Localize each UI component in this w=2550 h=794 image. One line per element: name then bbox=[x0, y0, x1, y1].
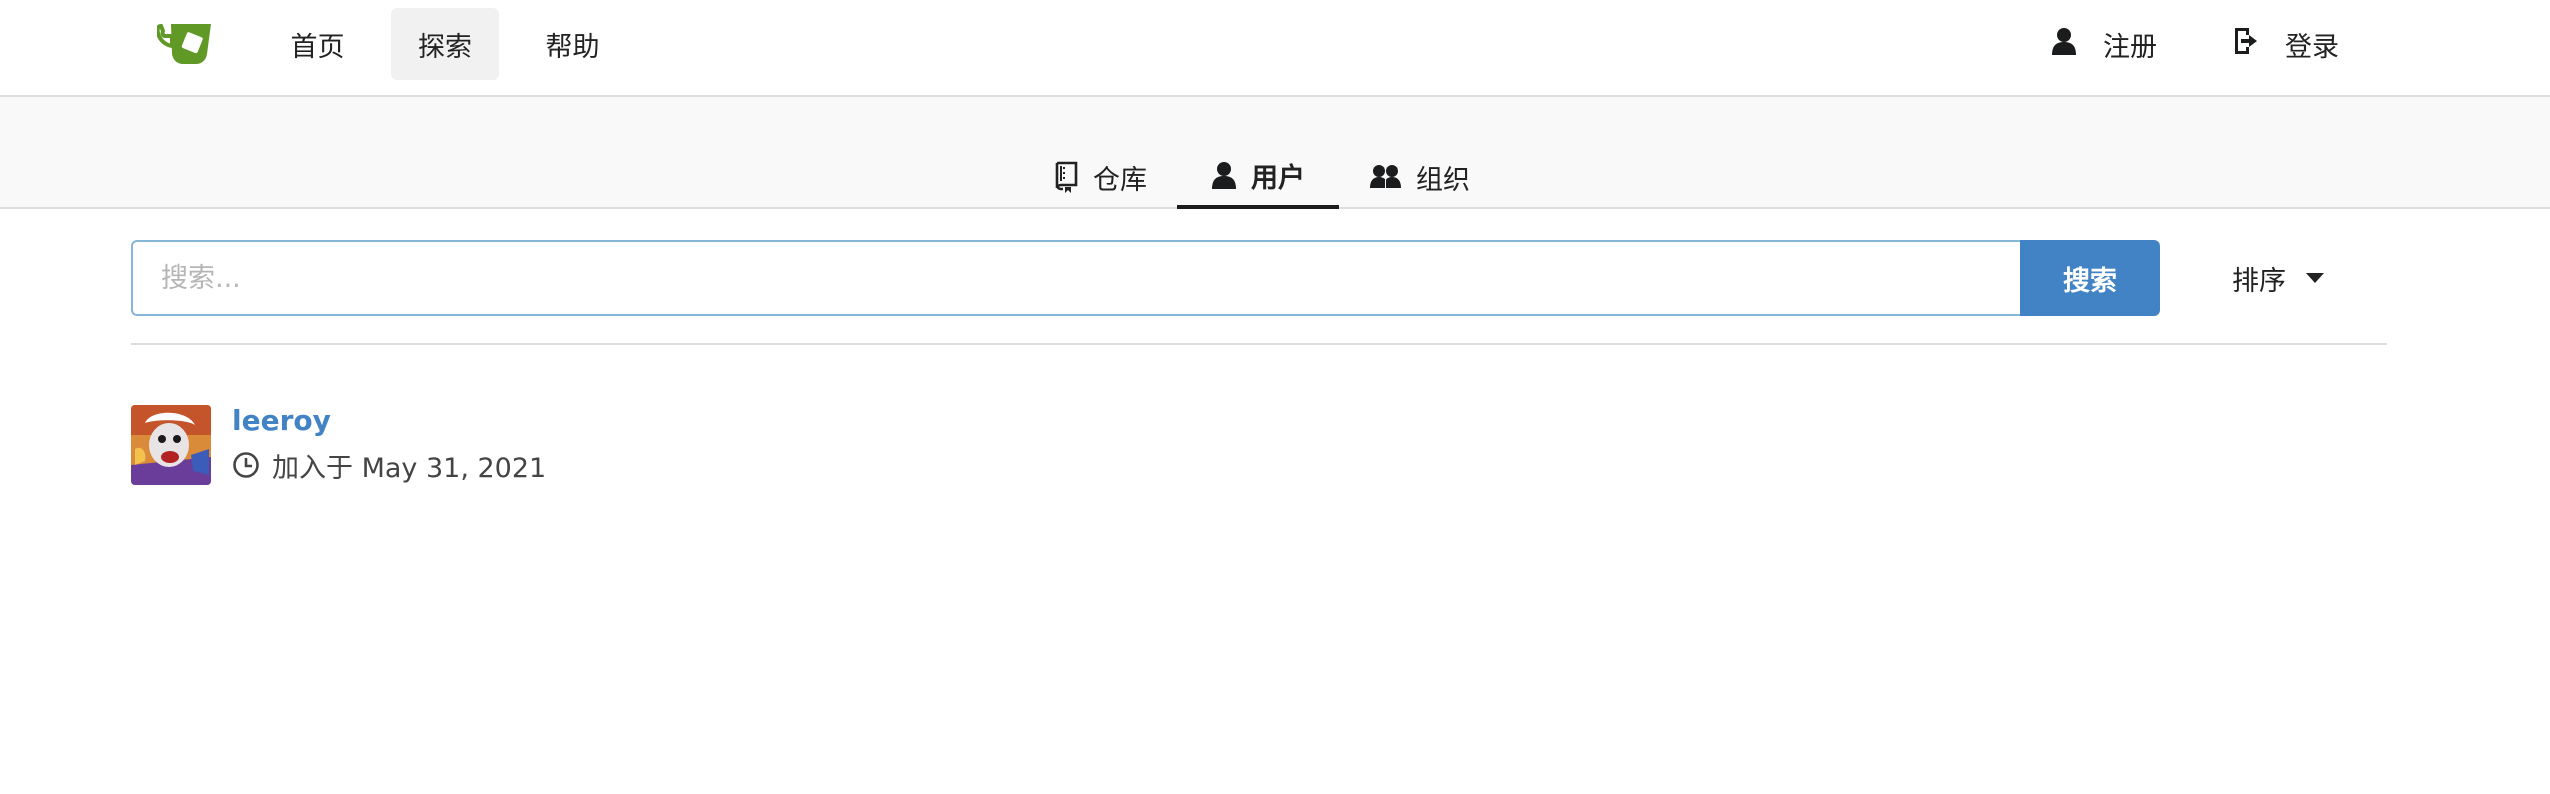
nav-explore-label: 探索 bbox=[418, 31, 472, 63]
avatar[interactable] bbox=[131, 405, 211, 485]
tab-organizations-label: 组织 bbox=[1416, 164, 1470, 196]
nav-home[interactable]: 首页 bbox=[270, 8, 365, 80]
person-icon bbox=[2051, 27, 2077, 62]
register-link[interactable]: 注册 bbox=[2028, 8, 2180, 80]
login-label: 登录 bbox=[2285, 31, 2339, 63]
nav-help-label: 帮助 bbox=[545, 31, 600, 63]
clock-icon bbox=[233, 452, 259, 478]
register-label: 注册 bbox=[2103, 31, 2157, 63]
search-input[interactable] bbox=[131, 240, 2021, 316]
nav-home-label: 首页 bbox=[290, 31, 345, 63]
nav-help[interactable]: 帮助 bbox=[525, 8, 620, 80]
login-link[interactable]: 登录 bbox=[2210, 8, 2360, 80]
search-button[interactable]: 搜索 bbox=[2020, 240, 2160, 316]
person-icon bbox=[1212, 162, 1236, 189]
tab-users-label: 用户 bbox=[1251, 162, 1305, 194]
username-link[interactable]: leeroy bbox=[232, 404, 331, 437]
sign-in-icon bbox=[2231, 26, 2259, 63]
top-navbar: 首页 探索 帮助 注册 登录 bbox=[0, 0, 2550, 97]
organization-icon bbox=[1370, 165, 1401, 188]
explore-tabbar: 仓库 用户 组织 bbox=[0, 97, 2550, 209]
tab-users[interactable]: 用户 bbox=[1177, 145, 1339, 209]
sort-dropdown[interactable]: 排序 bbox=[2232, 240, 2324, 316]
sort-label: 排序 bbox=[2232, 265, 2286, 297]
repo-icon bbox=[1055, 161, 1078, 193]
user-joined: 加入于 May 31, 2021 bbox=[232, 448, 547, 484]
tab-repositories[interactable]: 仓库 bbox=[1040, 145, 1160, 209]
nav-explore[interactable]: 探索 bbox=[391, 8, 499, 80]
divider bbox=[131, 343, 2387, 345]
tab-organizations[interactable]: 组织 bbox=[1365, 145, 1475, 209]
caret-down-icon bbox=[2306, 273, 2324, 283]
gitea-logo-icon[interactable] bbox=[155, 20, 215, 66]
tab-repositories-label: 仓库 bbox=[1093, 164, 1147, 196]
joined-date: 加入于 May 31, 2021 bbox=[272, 452, 547, 484]
